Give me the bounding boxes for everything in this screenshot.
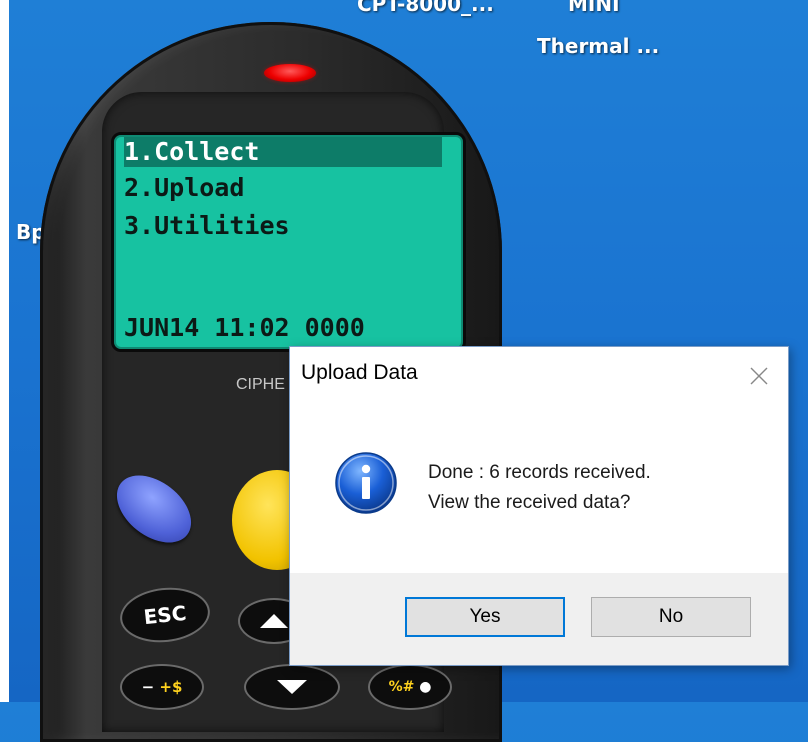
dialog-message-line2: View the received data? (428, 492, 631, 513)
desktop-icon-label-mini[interactable]: MINI (568, 0, 620, 16)
minus-plus-key[interactable]: − +$ (120, 664, 204, 710)
plus-dollar-key-label: +$ (159, 678, 183, 696)
menu-item-upload[interactable]: 2.Upload (124, 173, 244, 203)
desktop-icon-label-thermal[interactable]: Thermal ... (537, 34, 659, 58)
device-lcd-screen: 1.Collect 2.Upload 3.Utilities JUN14 11:… (111, 132, 466, 352)
no-button[interactable]: No (591, 597, 751, 637)
lcd-status-line: JUN14 11:02 0000 (124, 313, 365, 342)
dot-key-label: ● (419, 679, 432, 695)
menu-item-utilities[interactable]: 3.Utilities (124, 211, 290, 241)
minus-key-label: − (141, 678, 155, 696)
dialog-title: Upload Data (301, 361, 418, 384)
menu-item-collect[interactable]: 1.Collect (124, 137, 442, 167)
upload-data-dialog: Upload Data Done : 6 records received. V… (289, 346, 789, 666)
device-brand-label: CIPHE (236, 376, 285, 393)
yes-button[interactable]: Yes (405, 597, 565, 637)
symbol-dot-key[interactable]: %# ● (368, 664, 452, 710)
symbol-key-label: %# (388, 679, 415, 695)
esc-key-label: ESC (142, 600, 188, 630)
down-arrow-key[interactable] (244, 664, 340, 710)
close-icon (750, 367, 768, 385)
down-arrow-icon (277, 680, 307, 694)
status-led (264, 64, 316, 82)
dialog-message-line1: Done : 6 records received. (428, 462, 651, 483)
close-button[interactable] (744, 361, 774, 391)
desktop-icon-label-cpt8000[interactable]: CPT-8000_... (357, 0, 494, 16)
window-edge (0, 0, 9, 702)
info-icon (335, 452, 397, 514)
up-arrow-icon (260, 614, 288, 628)
